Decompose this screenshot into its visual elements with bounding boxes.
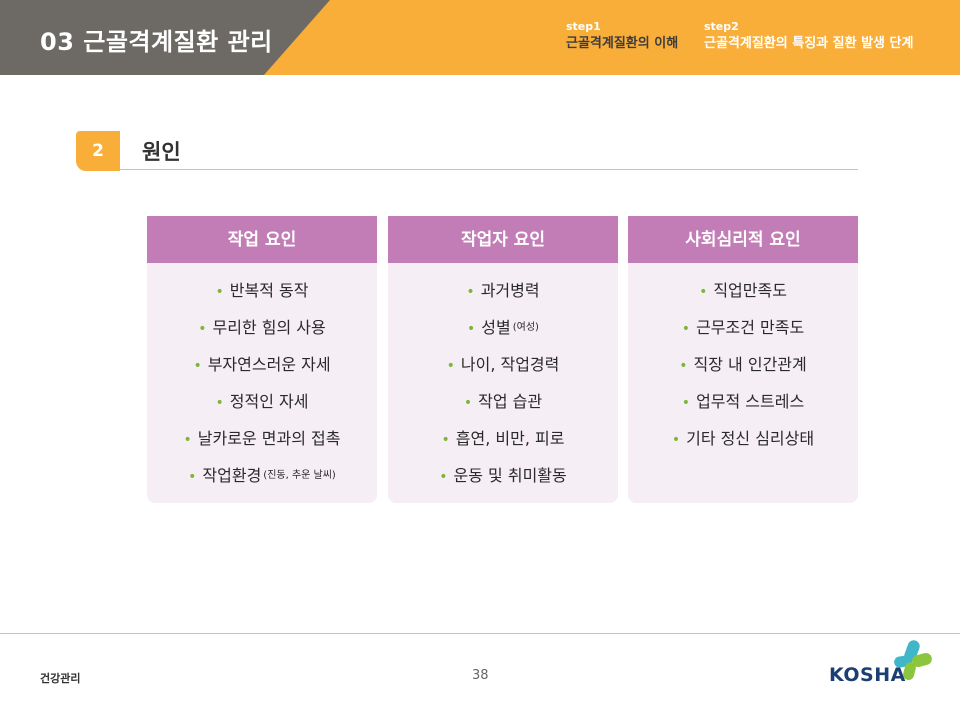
- cause-list: • 직업만족도 • 근무조건 만족도 • 직장 내 인간관계 • 업무적 스트레스 • 기…: [628, 263, 858, 458]
- cause-card-work: 작업 요인 • 반복적 동작 • 무리한 힘의 사용 • 부자연스러운 자세 • 정적인…: [147, 216, 377, 503]
- list-item: • 반복적 동작: [147, 273, 377, 310]
- section-title: 원인: [142, 140, 181, 164]
- step1-text: 근골격계질환의 이해: [566, 36, 679, 51]
- list-item-text: 직장 내 인간관계: [693, 355, 807, 374]
- footer-label: 건강관리: [40, 672, 81, 685]
- section-divider: [120, 169, 858, 170]
- bullet-dot-icon: •: [188, 469, 197, 485]
- list-item: • 기타 정신 심리상태: [628, 421, 858, 458]
- list-item-text: 정적인 자세: [229, 392, 309, 411]
- list-item-text: 직업만족도: [713, 281, 787, 300]
- list-item-text: 성별: [481, 318, 511, 337]
- list-item: • 작업환경 (진동, 추운 날씨): [147, 458, 377, 495]
- bullet-dot-icon: •: [198, 321, 207, 337]
- bullet-dot-icon: •: [183, 432, 192, 448]
- list-item: • 업무적 스트레스: [628, 384, 858, 421]
- card-title: 작업자 요인: [388, 216, 618, 263]
- list-item-text: 무리한 힘의 사용: [212, 318, 326, 337]
- header-bar: 03 근골격계질환 관리 step1 근골격계질환의 이해 step2 근골격계…: [0, 0, 960, 75]
- bullet-dot-icon: •: [681, 321, 691, 337]
- step2-label: step2: [704, 20, 739, 33]
- list-item: • 정적인 자세: [147, 384, 377, 421]
- cause-list: • 반복적 동작 • 무리한 힘의 사용 • 부자연스러운 자세 • 정적인 자세 • 날…: [147, 263, 377, 495]
- list-item-text: 흡연, 비만, 피로: [455, 429, 565, 448]
- bullet-dot-icon: •: [699, 284, 708, 300]
- step2-nav[interactable]: step2 근골격계질환의 특징과 질환 발생 단계: [704, 20, 913, 53]
- list-item-text: 나이, 작업경력: [460, 355, 560, 374]
- page-number: 38: [472, 668, 489, 683]
- bullet-dot-icon: •: [215, 284, 224, 300]
- card-title: 작업 요인: [147, 216, 377, 263]
- bullet-dot-icon: •: [193, 358, 202, 374]
- list-item: • 과거병력: [388, 273, 618, 310]
- list-item-text: 반복적 동작: [229, 281, 309, 300]
- list-item-note: (여성): [512, 322, 539, 333]
- bullet-dot-icon: •: [679, 358, 688, 374]
- chapter-title: 03 근골격계질환 관리: [40, 28, 273, 56]
- bullet-dot-icon: •: [441, 432, 450, 448]
- bullet-dot-icon: •: [215, 395, 224, 411]
- kosha-cross-logo-icon: [894, 640, 932, 681]
- list-item-text: 업무적 스트레스: [696, 392, 805, 411]
- bullet-dot-icon: •: [681, 395, 691, 411]
- bullet-dot-icon: •: [466, 284, 475, 300]
- section-number-badge: 2: [76, 131, 120, 171]
- list-item: • 무리한 힘의 사용: [147, 310, 377, 347]
- list-item-text: 운동 및 취미활동: [453, 466, 567, 485]
- cause-card-worker: 작업자 요인 • 과거병력 • 성별 (여성) • 나이, 작업경력 • 작업 습관 • 흡…: [388, 216, 618, 503]
- list-item: • 부자연스러운 자세: [147, 347, 377, 384]
- list-item: • 흡연, 비만, 피로: [388, 421, 618, 458]
- bullet-dot-icon: •: [463, 395, 473, 411]
- list-item: • 작업 습관: [388, 384, 618, 421]
- step1-nav[interactable]: step1 근골격계질환의 이해: [566, 20, 678, 53]
- footer-divider: [0, 633, 960, 634]
- list-item: • 성별 (여성): [388, 310, 618, 347]
- cause-card-psychosocial: 사회심리적 요인 • 직업만족도 • 근무조건 만족도 • 직장 내 인간관계 • 업무…: [628, 216, 858, 503]
- bullet-dot-icon: •: [467, 321, 476, 337]
- step1-label: step1: [566, 20, 601, 33]
- list-item-text: 작업환경: [202, 466, 262, 485]
- step2-text: 근골격계질환의 특징과 질환 발생 단계: [704, 36, 914, 51]
- list-item-text: 날카로운 면과의 접촉: [197, 429, 341, 448]
- bullet-dot-icon: •: [671, 432, 681, 448]
- list-item-text: 기타 정신 심리상태: [686, 429, 815, 448]
- cause-list: • 과거병력 • 성별 (여성) • 나이, 작업경력 • 작업 습관 • 흡연, 비만, …: [388, 263, 618, 495]
- list-item: • 운동 및 취미활동: [388, 458, 618, 495]
- list-item: • 근무조건 만족도: [628, 310, 858, 347]
- card-title: 사회심리적 요인: [628, 216, 858, 263]
- list-item-text: 근무조건 만족도: [696, 318, 805, 337]
- list-item-text: 과거병력: [480, 281, 540, 300]
- list-item-note: (진동, 추운 날씨): [263, 470, 336, 481]
- list-item: • 직업만족도: [628, 273, 858, 310]
- bullet-dot-icon: •: [446, 358, 455, 374]
- list-item: • 나이, 작업경력: [388, 347, 618, 384]
- list-item: • 직장 내 인간관계: [628, 347, 858, 384]
- list-item-text: 부자연스러운 자세: [207, 355, 331, 374]
- list-item-text: 작업 습관: [478, 392, 543, 411]
- bullet-dot-icon: •: [439, 469, 448, 485]
- list-item: • 날카로운 면과의 접촉: [147, 421, 377, 458]
